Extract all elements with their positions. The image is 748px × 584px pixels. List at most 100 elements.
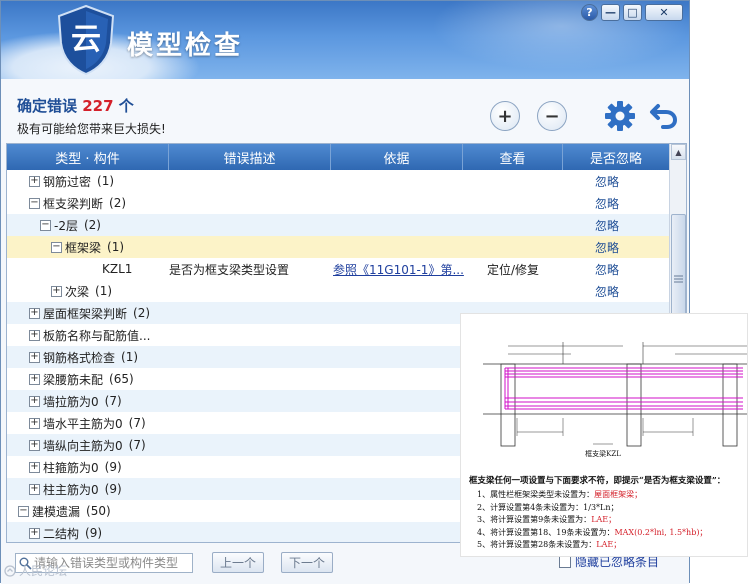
ignore-toggle[interactable]: 忽略 [595,170,619,192]
row-name: 墙水平主筋为0 [43,416,123,431]
locate-fix-link[interactable]: 定位/修复 [487,258,539,280]
row-name: 柱箍筋为0 [43,460,99,475]
undo-icon[interactable] [649,100,679,130]
type-cell: + 墙水平主筋为0 (7) [29,412,146,434]
ignore-toggle[interactable]: 忽略 [595,236,619,258]
next-button[interactable]: 下一个 [281,552,333,573]
row-name: -2层 [54,218,78,233]
note-prefix: 5、将计算设置第28条未设置为： [477,540,597,549]
row-name: 屋面框架梁判断 [43,306,128,321]
close-button[interactable]: ✕ [645,4,683,21]
type-cell: + 钢筋格式检查 (1) [29,346,138,368]
row-count: (2) [133,306,151,320]
column-header-view[interactable]: 查看 [463,144,563,170]
row-name: 板筋名称与配筋值... [43,328,151,343]
diagram-note-item: 2、计算设置第4条未设置为：1/3*Ln； [477,502,707,515]
column-header-basis[interactable]: 依据 [331,144,463,170]
row-count: (7) [128,416,146,430]
expand-icon[interactable]: + [29,439,40,451]
scroll-up-arrow-icon[interactable]: ▲ [671,144,686,160]
gear-icon[interactable] [604,100,636,132]
watermark-logo-icon [4,564,16,577]
column-header-ignore[interactable]: 是否忽略 [563,144,670,170]
diagram-note-title: 框支梁任何一项设置与下面要求不符，即提示“是否为框支梁设置”： [469,476,726,486]
watermark: 人民论坛 [4,562,67,579]
expand-icon[interactable]: + [29,175,40,187]
table-row[interactable]: − 框架梁 (1) 忽略 [7,236,670,258]
beam-detail-drawing: 框支梁KZL [483,342,747,458]
summary-bar: 确定错误 227 个 极有可能给您带来巨大损失! + − [1,79,689,143]
table-row[interactable]: − 框支梁判断 (2) 忽略 [7,192,670,214]
note-prefix: 1、属性栏框架梁类型未设置为： [477,490,595,499]
expand-icon[interactable]: + [29,527,40,539]
expand-icon[interactable]: + [29,483,40,495]
minimize-button[interactable]: — [601,4,620,21]
table-row[interactable]: + 次梁 (1) 忽略 [7,280,670,302]
note-value: MAX(0.2*lni, 1.5*hb)； [614,527,708,537]
type-cell: KZL1 [102,258,132,280]
expand-icon[interactable]: + [29,351,40,363]
column-header-description[interactable]: 错误描述 [169,144,331,170]
title-banner: 云 模型检查 ? — □ ✕ [1,1,689,79]
row-count: (9) [104,482,122,496]
restore-button[interactable]: □ [623,4,642,21]
column-header-type[interactable]: 类型 · 构件 [7,144,169,170]
beam-diagram-label: 框支梁KZL [585,449,621,458]
previous-button[interactable]: 上一个 [212,552,264,573]
warning-text: 极有可能给您带来巨大损失! [17,122,166,136]
collapse-icon[interactable]: − [51,241,62,253]
type-cell: + 柱箍筋为0 (9) [29,456,122,478]
expand-all-button[interactable]: + [490,101,520,131]
hide-ignored-checkbox[interactable] [559,555,571,568]
table-row[interactable]: − -2层 (2) 忽略 [7,214,670,236]
table-row[interactable]: KZL1 是否为框支梁类型设置 参照《11G101-1》第... 定位/修复 忽略 [7,258,670,280]
error-prefix: 确定错误 [17,97,78,115]
row-name: 次梁 [65,284,90,299]
row-count: (2) [109,196,127,210]
row-count: (1) [107,240,125,254]
ignore-toggle[interactable]: 忽略 [595,280,619,302]
type-cell: + 梁腰筋未配 (65) [29,368,134,390]
type-cell: − 框支梁判断 (2) [29,192,126,214]
type-cell: + 板筋名称与配筋值... [29,324,150,346]
row-count: (1) [97,174,115,188]
expand-icon[interactable]: + [29,329,40,341]
table-row[interactable]: + 钢筋过密 (1) 忽略 [7,170,670,192]
row-name: KZL1 [102,262,133,276]
expand-icon[interactable]: + [29,461,40,473]
expand-icon[interactable]: + [29,373,40,385]
row-name: 钢筋格式检查 [43,350,116,365]
expand-icon[interactable]: + [51,285,62,297]
row-count: (9) [85,526,103,540]
type-cell: + 柱主筋为0 (9) [29,478,122,500]
expand-icon[interactable]: + [29,395,40,407]
watermark-text: 人民论坛 [19,564,68,578]
row-count: (1) [121,350,139,364]
row-name: 钢筋过密 [43,174,92,189]
row-count: (9) [104,460,122,474]
ignore-toggle[interactable]: 忽略 [595,214,619,236]
collapse-icon[interactable]: − [40,219,51,231]
collapse-icon[interactable]: − [18,505,29,517]
row-count: (65) [109,372,134,386]
error-suffix: 个 [118,97,134,115]
description-cell: 是否为框支梁类型设置 [169,262,290,277]
ignore-toggle[interactable]: 忽略 [595,192,619,214]
type-cell: + 二结构 (9) [29,522,103,542]
expand-icon[interactable]: + [29,417,40,429]
note-prefix: 3、将计算设置第9条未设置为： [477,515,592,524]
help-button[interactable]: ? [581,4,598,21]
error-summary: 确定错误 227 个 [17,95,134,116]
collapse-icon[interactable]: − [29,197,40,209]
type-cell: + 屋面框架梁判断 (2) [29,302,150,324]
expand-icon[interactable]: + [29,307,40,319]
row-name: 墙拉筋为0 [43,394,99,409]
diagram-note-item: 5、将计算设置第28条未设置为：LAE； [477,539,707,552]
shield-logo-char: 云 [71,22,101,57]
type-cell: − 建模遗漏 (50) [18,500,111,522]
row-count: (7) [104,394,122,408]
collapse-all-button[interactable]: − [537,101,567,131]
basis-link[interactable]: 参照《11G101-1》第... [333,258,464,280]
type-cell: + 次梁 (1) [51,280,112,302]
ignore-toggle[interactable]: 忽略 [595,258,619,280]
